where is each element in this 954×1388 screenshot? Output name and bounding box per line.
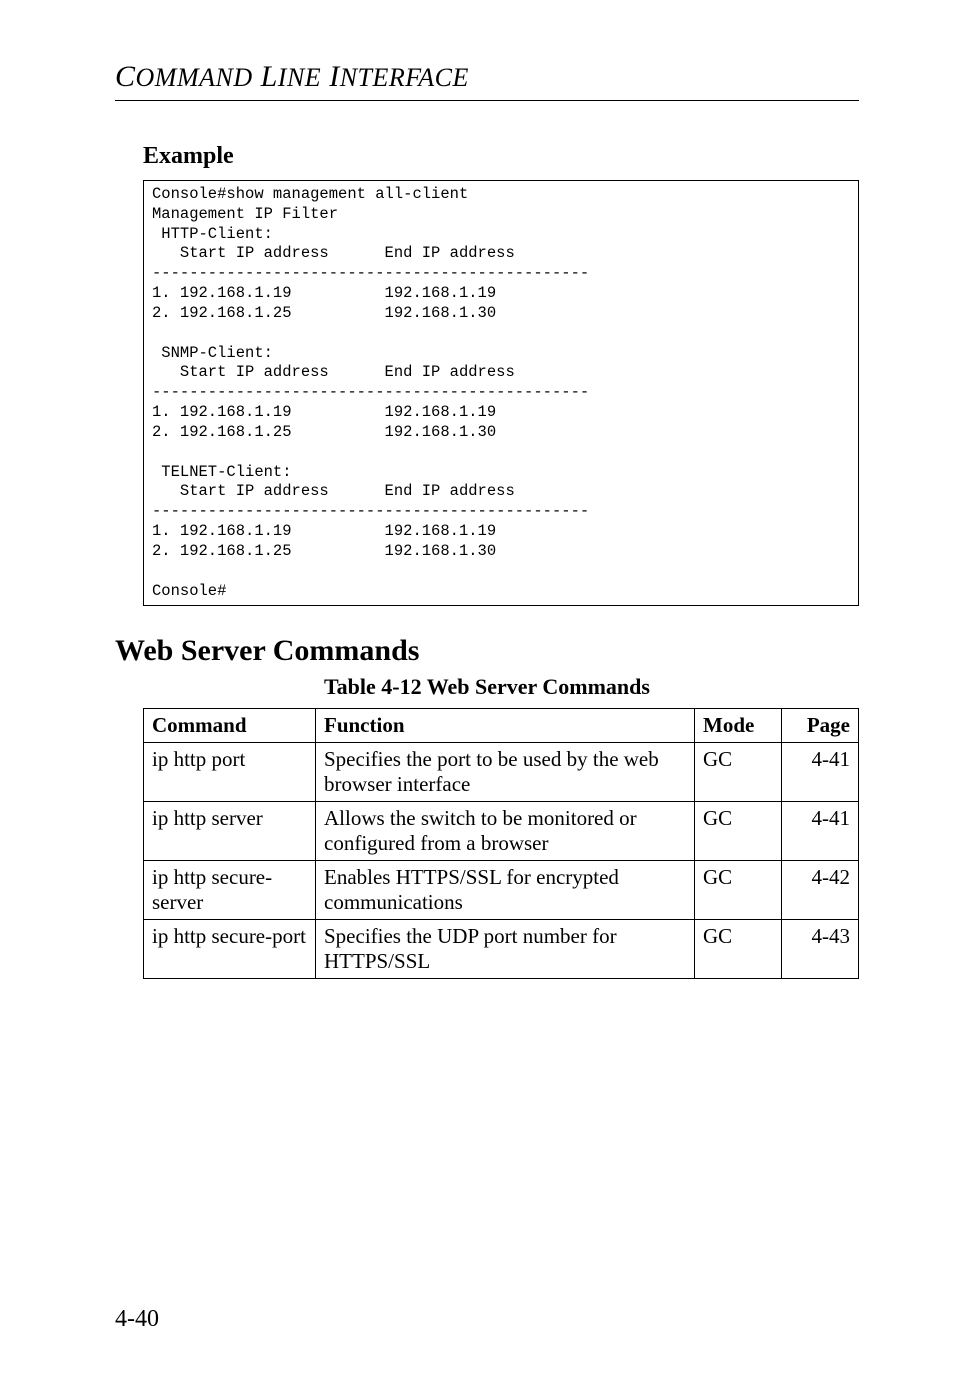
cell-function: Allows the switch to be monitored or con… <box>316 802 695 861</box>
cell-mode: GC <box>695 743 782 802</box>
header-cap-l: L <box>253 60 278 93</box>
table-row: ip http port Specifies the port to be us… <box>144 743 859 802</box>
header-word-nterface: NTERFACE <box>340 63 469 92</box>
cell-mode: GC <box>695 920 782 979</box>
example-heading: Example <box>143 143 859 170</box>
cell-mode: GC <box>695 861 782 920</box>
cell-page: 4-43 <box>782 920 859 979</box>
header-word-ommand: OMMAND <box>136 63 253 92</box>
table-caption: Table 4-12 Web Server Commands <box>115 674 859 700</box>
table-header-row: Command Function Mode Page <box>144 709 859 743</box>
cell-function: Enables HTTPS/SSL for encrypted communic… <box>316 861 695 920</box>
col-header-page: Page <box>782 709 859 743</box>
table-row: ip http secure-port Specifies the UDP po… <box>144 920 859 979</box>
cell-page: 4-41 <box>782 802 859 861</box>
header-word-ine: INE <box>278 63 321 92</box>
col-header-mode: Mode <box>695 709 782 743</box>
section-heading: Web Server Commands <box>115 634 859 668</box>
cell-command: ip http port <box>144 743 316 802</box>
cell-command: ip http secure-server <box>144 861 316 920</box>
cell-mode: GC <box>695 802 782 861</box>
web-server-commands-table: Command Function Mode Page ip http port … <box>143 708 859 979</box>
header-cap-c: C <box>115 60 136 93</box>
col-header-function: Function <box>316 709 695 743</box>
col-header-command: Command <box>144 709 316 743</box>
cell-function: Specifies the UDP port number for HTTPS/… <box>316 920 695 979</box>
example-code-block: Console#show management all-client Manag… <box>143 180 859 606</box>
page-header-title: COMMAND LINE INTERFACE <box>115 60 859 94</box>
header-rule <box>115 100 859 101</box>
table-row: ip http secure-server Enables HTTPS/SSL … <box>144 861 859 920</box>
header-cap-i: I <box>321 60 340 93</box>
page-number: 4-40 <box>115 1306 159 1333</box>
cell-page: 4-41 <box>782 743 859 802</box>
table-row: ip http server Allows the switch to be m… <box>144 802 859 861</box>
cell-page: 4-42 <box>782 861 859 920</box>
cell-command: ip http secure-port <box>144 920 316 979</box>
cell-function: Specifies the port to be used by the web… <box>316 743 695 802</box>
cell-command: ip http server <box>144 802 316 861</box>
